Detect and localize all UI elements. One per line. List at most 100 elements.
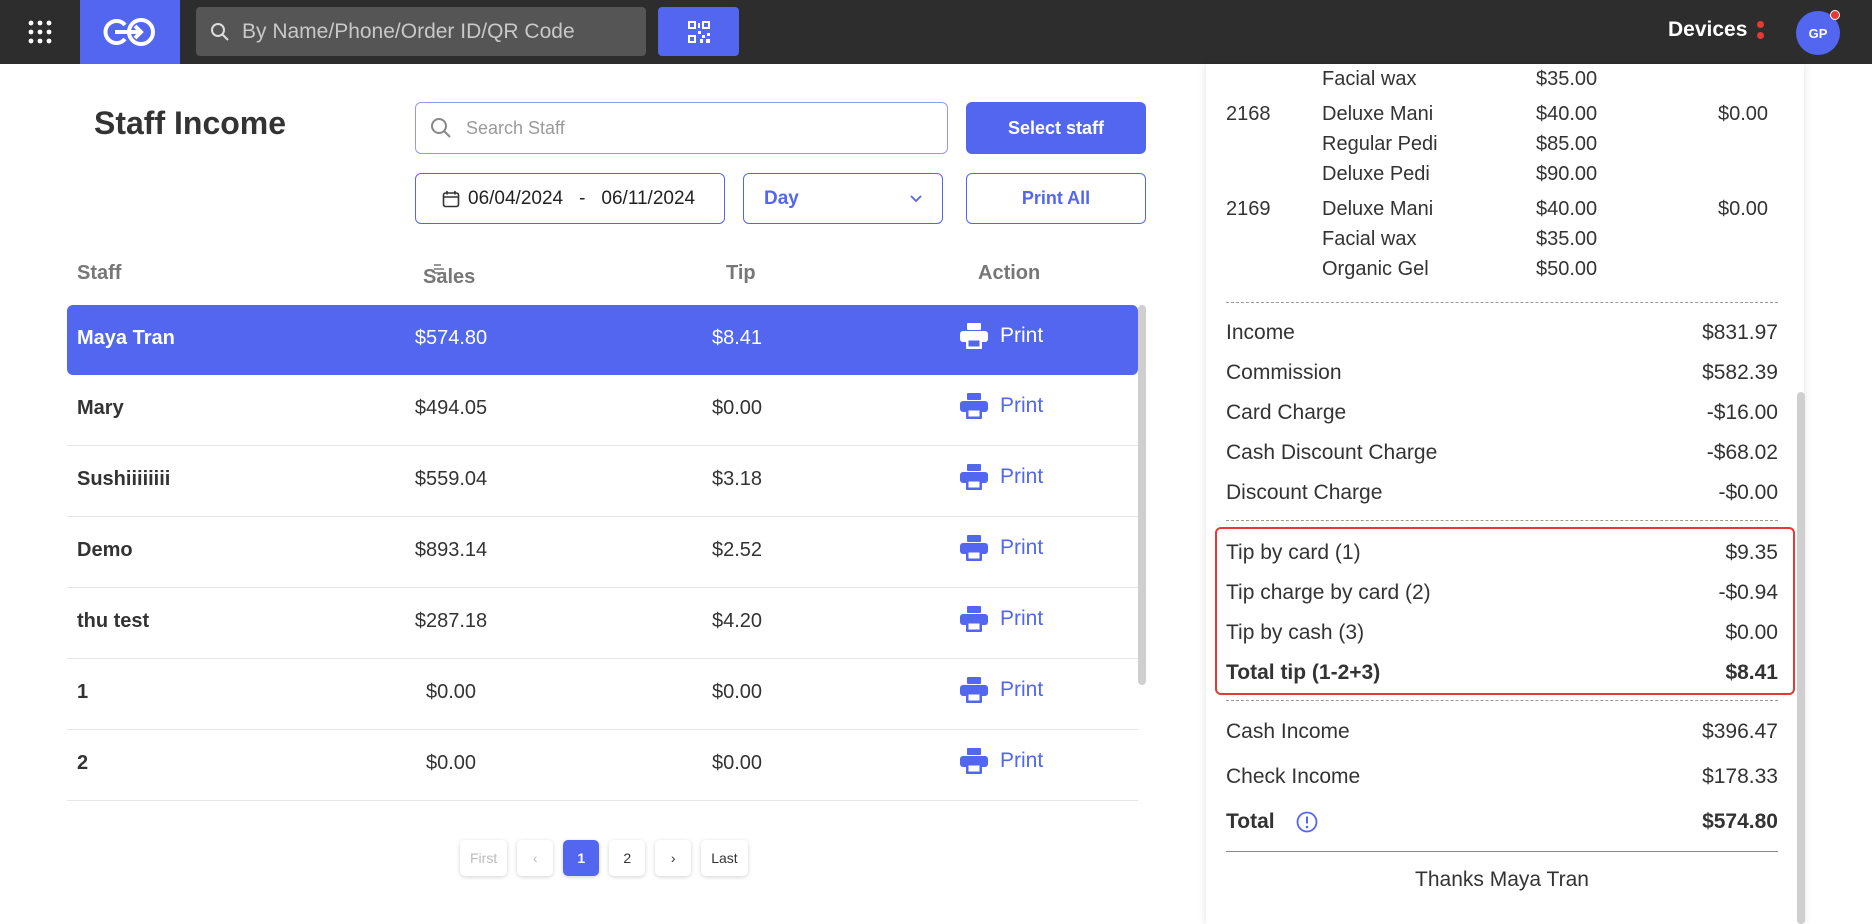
receipt-divider bbox=[1226, 851, 1778, 852]
summary-value: -$68.02 bbox=[1706, 441, 1778, 464]
period-value: Day bbox=[764, 187, 799, 209]
receipt-scrollbar[interactable] bbox=[1797, 392, 1805, 924]
print-button[interactable]: Print bbox=[960, 535, 1043, 561]
print-label: Print bbox=[1000, 536, 1044, 559]
page-next[interactable]: › bbox=[655, 840, 692, 876]
date-range-picker[interactable]: 06/04/2024 - 06/11/2024 bbox=[415, 173, 725, 224]
summary-label: Income bbox=[1226, 321, 1295, 344]
staff-name: Sushiiiiiiii bbox=[77, 468, 171, 490]
global-search[interactable] bbox=[196, 7, 646, 56]
page-2[interactable]: 2 bbox=[609, 840, 646, 876]
notification-dot bbox=[1830, 10, 1840, 20]
date-from: 06/04/2024 bbox=[468, 187, 564, 209]
print-button[interactable]: Print bbox=[960, 677, 1043, 703]
print-button[interactable]: Print bbox=[960, 606, 1043, 632]
tip-label: Tip by card (1) bbox=[1226, 541, 1361, 564]
header-action: Action bbox=[978, 262, 1041, 284]
devices-label: Devices bbox=[1668, 18, 1748, 41]
receipt-divider bbox=[1226, 520, 1778, 521]
order-item-price: $35.00 bbox=[1536, 228, 1598, 250]
staff-table-body: Maya Tran $574.80 $8.41 Print Mary $494.… bbox=[67, 305, 1138, 801]
pagination: First ‹ 1 2 › Last bbox=[460, 840, 748, 876]
table-row[interactable]: Sushiiiiiiii $559.04 $3.18 Print bbox=[67, 446, 1138, 517]
date-separator: - bbox=[579, 187, 586, 209]
staff-name: Mary bbox=[77, 397, 124, 419]
staff-sales: $559.04 bbox=[414, 468, 488, 490]
date-to: 06/11/2024 bbox=[601, 187, 696, 209]
tip-value: $8.41 bbox=[1725, 661, 1778, 684]
printer-icon bbox=[960, 677, 988, 703]
summary-value: $831.97 bbox=[1702, 321, 1778, 344]
chevron-down-icon bbox=[910, 195, 922, 203]
printer-icon bbox=[960, 606, 988, 632]
receipt-divider bbox=[1226, 700, 1778, 701]
header-tip: Tip bbox=[726, 262, 756, 284]
staff-search[interactable] bbox=[415, 102, 948, 154]
devices-menu[interactable]: Devices bbox=[1668, 18, 1765, 42]
header-sales-label: Sales bbox=[423, 266, 476, 288]
table-row[interactable]: 1 $0.00 $0.00 Print bbox=[67, 659, 1138, 730]
order-item-name: Deluxe Pedi bbox=[1322, 163, 1430, 185]
staff-sales: $287.18 bbox=[414, 610, 488, 632]
print-button[interactable]: Print bbox=[960, 748, 1043, 774]
summary-label: Check Income bbox=[1226, 765, 1361, 788]
print-label: Print bbox=[1000, 465, 1044, 488]
print-label: Print bbox=[1000, 324, 1044, 347]
staff-tip: $0.00 bbox=[711, 397, 763, 419]
summary-label: Cash Discount Charge bbox=[1226, 441, 1438, 464]
page-title: Staff Income bbox=[94, 105, 287, 141]
period-select[interactable]: Day bbox=[743, 173, 943, 224]
header-sales[interactable]: Sales bbox=[423, 262, 475, 288]
print-button[interactable]: Print bbox=[960, 323, 1043, 349]
staff-tip: $0.00 bbox=[711, 681, 763, 703]
order-item-name: Deluxe Mani bbox=[1322, 198, 1434, 220]
tip-label: Tip by cash (3) bbox=[1226, 621, 1365, 644]
tip-value: -$0.94 bbox=[1718, 581, 1778, 604]
brand-logo[interactable] bbox=[80, 0, 180, 64]
staff-sales: $0.00 bbox=[425, 752, 477, 774]
print-label: Print bbox=[1000, 607, 1044, 630]
print-button[interactable]: Print bbox=[960, 393, 1043, 419]
total-label-group: Total bbox=[1226, 810, 1318, 834]
order-item-name: Regular Pedi bbox=[1322, 133, 1438, 155]
print-label: Print bbox=[1000, 678, 1044, 701]
summary-value: -$0.00 bbox=[1718, 481, 1778, 504]
order-item-name: Deluxe Mani bbox=[1322, 103, 1434, 125]
info-icon[interactable] bbox=[1296, 811, 1318, 833]
staff-tip: $3.18 bbox=[711, 468, 763, 490]
receipt-divider bbox=[1226, 302, 1778, 303]
staff-sales: $574.80 bbox=[414, 327, 488, 349]
total-label: Total bbox=[1226, 810, 1275, 833]
app-grid-icon[interactable] bbox=[0, 0, 80, 64]
page-last[interactable]: Last bbox=[701, 840, 748, 876]
table-row[interactable]: Mary $494.05 $0.00 Print bbox=[67, 375, 1138, 446]
print-all-button[interactable]: Print All bbox=[966, 173, 1146, 224]
table-scrollbar[interactable] bbox=[1138, 305, 1146, 685]
page-prev[interactable]: ‹ bbox=[517, 840, 554, 876]
page-1[interactable]: 1 bbox=[563, 840, 600, 876]
page-first[interactable]: First bbox=[460, 840, 508, 876]
qr-scan-button[interactable] bbox=[658, 7, 739, 56]
printer-icon bbox=[960, 535, 988, 561]
order-item-price: $35.00 bbox=[1536, 68, 1598, 90]
global-search-input[interactable] bbox=[242, 19, 622, 44]
table-row[interactable]: Maya Tran $574.80 $8.41 Print bbox=[67, 305, 1138, 375]
staff-name: 2 bbox=[77, 752, 89, 774]
staff-name: Maya Tran bbox=[77, 327, 175, 349]
staff-tip: $4.20 bbox=[711, 610, 763, 632]
table-row[interactable]: Demo $893.14 $2.52 Print bbox=[67, 517, 1138, 588]
header-staff[interactable]: Staff bbox=[77, 262, 121, 285]
order-item-price: $85.00 bbox=[1536, 133, 1598, 155]
thanks-message: Thanks Maya Tran bbox=[1415, 868, 1589, 891]
table-row[interactable]: 2 $0.00 $0.00 Print bbox=[67, 730, 1138, 801]
tip-value: $9.35 bbox=[1725, 541, 1778, 564]
summary-label: Cash Income bbox=[1226, 720, 1350, 743]
select-staff-button[interactable]: Select staff bbox=[966, 102, 1146, 154]
staff-search-input[interactable] bbox=[466, 117, 906, 139]
staff-tip: $0.00 bbox=[711, 752, 763, 774]
summary-value: $396.47 bbox=[1702, 720, 1778, 743]
print-button[interactable]: Print bbox=[960, 464, 1043, 490]
order-item-name: Organic Gel bbox=[1322, 258, 1429, 280]
summary-value: $582.39 bbox=[1702, 361, 1778, 384]
table-row[interactable]: thu test $287.18 $4.20 Print bbox=[67, 588, 1138, 659]
